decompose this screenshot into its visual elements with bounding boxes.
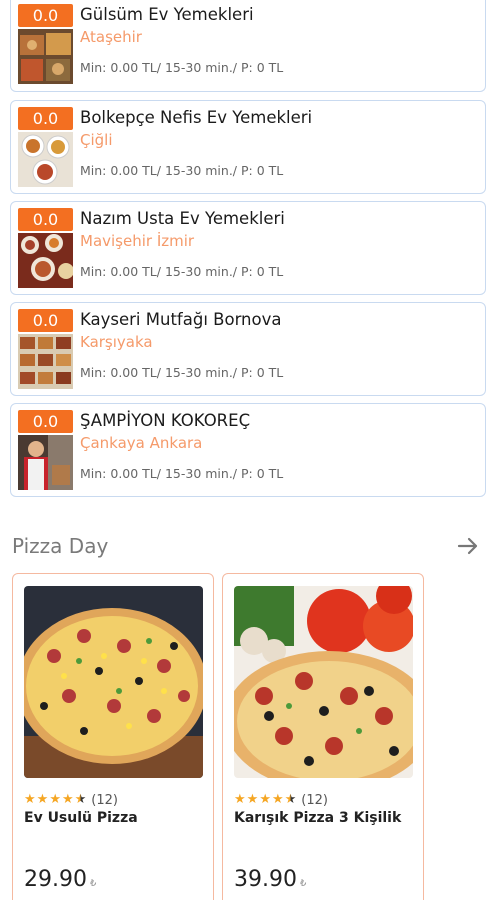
- restaurant-location: Çiğli: [80, 131, 113, 149]
- restaurant-card[interactable]: 0.0 ŞAMPİYON KOKOREÇ Çankaya Ankara Min:…: [10, 403, 486, 497]
- price-value: 29.90: [24, 867, 87, 892]
- review-count: (12): [301, 792, 328, 808]
- rating-badge: 0.0: [18, 410, 73, 433]
- star-icon: ★: [36, 792, 49, 807]
- rating-badge: 0.0: [18, 309, 73, 332]
- restaurant-thumbnail: [18, 29, 73, 84]
- currency-symbol: ₺: [89, 878, 97, 889]
- star-icon: ★: [234, 792, 246, 807]
- arrow-right-icon[interactable]: [456, 534, 480, 558]
- star-icon: ★: [259, 792, 271, 807]
- product-price: 39.90 ₺: [234, 867, 306, 892]
- restaurant-thumbnail: [18, 132, 73, 187]
- restaurant-card[interactable]: 0.0 Nazım Usta Ev Yemekleri Mavişehir İz…: [10, 201, 486, 295]
- product-image: [234, 586, 413, 778]
- product-name: Ev Usulü Pizza: [24, 810, 138, 826]
- star-icon: ★: [49, 792, 61, 807]
- restaurant-location: Çankaya Ankara: [80, 434, 203, 452]
- restaurant-name: Bolkepçe Nefis Ev Yemekleri: [80, 108, 313, 127]
- restaurant-card[interactable]: 0.0 Gülsüm Ev Yemekleri Ataşehir Min: 0.…: [10, 0, 486, 92]
- restaurant-list: 0.0 Gülsüm Ev Yemekleri Ataşehir Min: 0.…: [10, 0, 486, 504]
- restaurant-meta: Min: 0.00 TL/ 15-30 min./ P: 0 TL: [80, 466, 284, 481]
- price-value: 39.90: [234, 867, 297, 892]
- restaurant-meta: Min: 0.00 TL/ 15-30 min./ P: 0 TL: [80, 163, 284, 178]
- restaurant-location: Karşıyaka: [80, 333, 153, 351]
- restaurant-card[interactable]: 0.0 Bolkepçe Nefis Ev Yemekleri Çiğli Mi…: [10, 100, 486, 194]
- restaurant-card[interactable]: 0.0 Kayseri Mutfağı Bornova Karşıyaka Mi…: [10, 302, 486, 396]
- review-count: (12): [91, 792, 118, 808]
- rating-badge: 0.0: [18, 4, 73, 27]
- star-icon: ★: [271, 792, 284, 807]
- product-image: [24, 586, 203, 778]
- star-icon: ★: [24, 792, 36, 807]
- restaurant-name: Nazım Usta Ev Yemekleri: [80, 209, 285, 228]
- section-title: Pizza Day: [12, 534, 109, 558]
- product-name: Karışık Pizza 3 Kişilik: [234, 810, 402, 826]
- rating-badge: 0.0: [18, 107, 73, 130]
- star-icon: ★: [61, 792, 74, 807]
- currency-symbol: ₺: [299, 878, 307, 889]
- product-card[interactable]: ★ ★ ★ ★ ★ (12) Karışık Pizza 3 Kişilik 39.90…: [222, 573, 424, 900]
- star-icon: ★: [246, 792, 259, 807]
- rating-stars: ★ ★ ★ ★ ★ (12): [234, 792, 328, 808]
- section-header: Pizza Day: [12, 530, 484, 564]
- restaurant-thumbnail: [18, 233, 73, 288]
- star-half-icon: ★: [284, 792, 297, 807]
- restaurant-name: ŞAMPİYON KOKOREÇ: [80, 411, 251, 430]
- restaurant-meta: Min: 0.00 TL/ 15-30 min./ P: 0 TL: [80, 60, 284, 75]
- restaurant-location: Mavişehir İzmir: [80, 232, 195, 250]
- product-price: 29.90 ₺: [24, 867, 96, 892]
- product-card[interactable]: ★ ★ ★ ★ ★ (12) Ev Usulü Pizza 29.90 ₺: [12, 573, 214, 900]
- restaurant-name: Kayseri Mutfağı Bornova: [80, 310, 282, 329]
- restaurant-name: Gülsüm Ev Yemekleri: [80, 5, 254, 24]
- rating-badge: 0.0: [18, 208, 73, 231]
- rating-stars: ★ ★ ★ ★ ★ (12): [24, 792, 118, 808]
- restaurant-location: Ataşehir: [80, 28, 142, 46]
- restaurant-meta: Min: 0.00 TL/ 15-30 min./ P: 0 TL: [80, 264, 284, 279]
- restaurant-thumbnail: [18, 435, 73, 490]
- star-half-icon: ★: [74, 792, 87, 807]
- restaurant-meta: Min: 0.00 TL/ 15-30 min./ P: 0 TL: [80, 365, 284, 380]
- restaurant-thumbnail: [18, 334, 73, 389]
